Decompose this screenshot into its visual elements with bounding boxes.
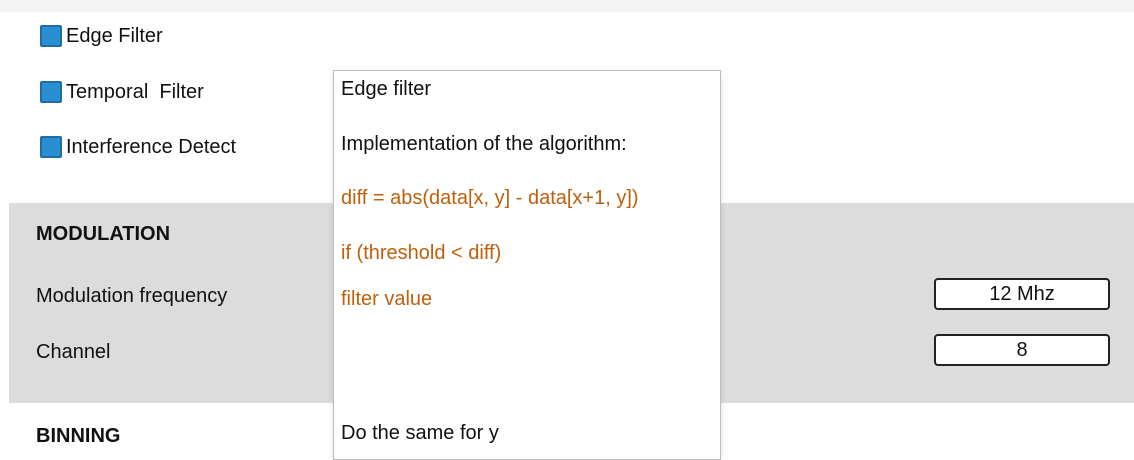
tooltip-footer: Do the same for y	[341, 422, 499, 444]
filter-interference-row[interactable]: Interference Detect	[40, 135, 236, 159]
tooltip-code-line: filter value	[341, 288, 433, 310]
temporal-filter-checkbox[interactable]	[40, 81, 62, 103]
edge-filter-label: Edge Filter	[66, 25, 163, 47]
tooltip-intro: Implementation of the algorithm:	[341, 133, 627, 155]
top-strip	[0, 0, 1134, 12]
interference-detect-checkbox[interactable]	[40, 136, 62, 158]
channel-label: Channel	[36, 341, 111, 363]
channel-field[interactable]: 8	[934, 334, 1110, 366]
edge-filter-tooltip: Edge filter Implementation of the algori…	[333, 70, 721, 460]
filter-edge-row[interactable]: Edge Filter	[40, 24, 163, 48]
temporal-filter-label: Temporal Filter	[66, 81, 204, 103]
interference-detect-label: Interference Detect	[66, 136, 237, 158]
tooltip-title: Edge filter	[341, 78, 432, 100]
edge-filter-checkbox[interactable]	[40, 25, 62, 47]
tooltip-code-line: diff = abs(data[x, y] - data[x+1, y])	[341, 187, 639, 209]
modulation-frequency-field[interactable]: 12 Mhz	[934, 278, 1110, 310]
filter-temporal-row[interactable]: Temporal Filter	[40, 80, 204, 104]
modulation-frequency-label: Modulation frequency	[36, 285, 228, 307]
modulation-title: MODULATION	[36, 223, 171, 245]
tooltip-code-line: if (threshold < diff)	[341, 242, 502, 264]
binning-title: BINNING	[36, 425, 121, 447]
